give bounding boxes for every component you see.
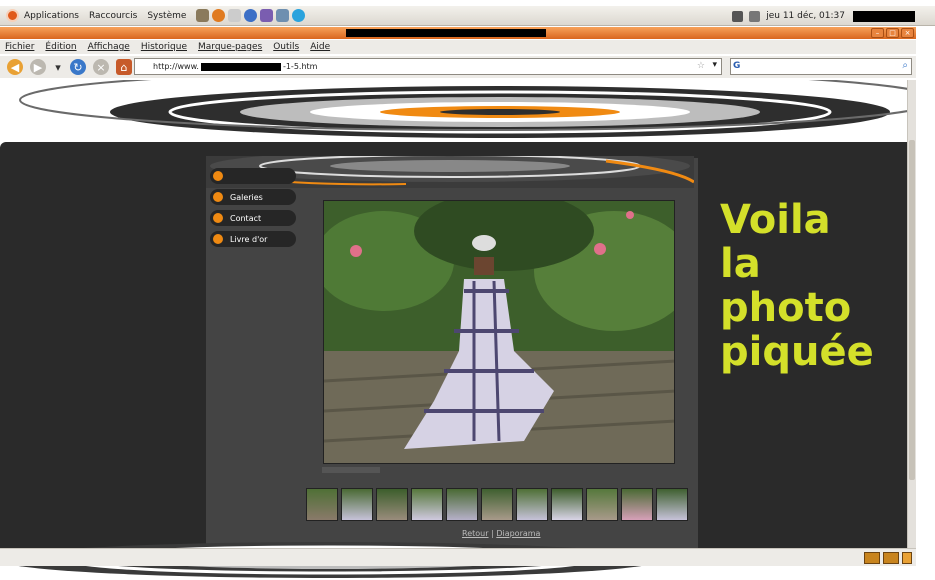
navigation-toolbar: ◀ ▶ ▾ ↻ × ⌂ http://www. -1-5.htm ☆ ▾ G ⌕ — [0, 56, 916, 78]
email-client-icon[interactable] — [228, 9, 242, 22]
browser-menubar: Fichier Édition Affichage Historique Mar… — [0, 40, 916, 54]
shortcuts-menu[interactable]: Raccourcis — [89, 11, 137, 21]
ubuntu-logo-icon[interactable] — [6, 9, 19, 22]
download-status-icon[interactable] — [883, 552, 899, 564]
stop-icon[interactable]: × — [93, 59, 109, 75]
menu-aide[interactable]: Aide — [310, 42, 330, 52]
thumbnail-6[interactable] — [481, 488, 513, 521]
mail-icon[interactable] — [196, 9, 210, 22]
nav-item-contact[interactable]: Contact — [210, 210, 296, 226]
menu-affichage[interactable]: Affichage — [88, 42, 130, 52]
panel-tray: jeu 11 déc, 01:37 — [732, 6, 915, 26]
thumbnail-5[interactable] — [446, 488, 478, 521]
vertical-scrollbar[interactable] — [907, 80, 916, 548]
nav-label-contact: Contact — [230, 213, 262, 223]
address-bar[interactable]: http://www. -1-5.htm ☆ ▾ — [134, 58, 722, 75]
url-prefix: http://www. — [153, 62, 199, 71]
slideshow-link[interactable]: Diaporama — [496, 529, 540, 538]
search-icon[interactable]: ⌕ — [902, 60, 908, 71]
window-controls: – □ × — [869, 28, 914, 38]
thumbnail-8[interactable] — [551, 488, 583, 521]
thumbnail-strip — [306, 488, 691, 522]
annotation-line-2: la — [720, 241, 761, 287]
minimize-button[interactable]: – — [871, 28, 884, 38]
annotation-line-3: photo — [720, 285, 852, 331]
orange-bullet-icon — [213, 213, 223, 223]
orange-bullet-icon — [213, 171, 223, 181]
thumbnail-1[interactable] — [306, 488, 338, 521]
system-menu[interactable]: Système — [147, 11, 186, 21]
search-bar[interactable]: G ⌕ — [730, 58, 912, 75]
update-status-icon[interactable] — [902, 552, 912, 564]
history-dropdown-icon[interactable]: ▾ — [53, 59, 63, 75]
url-dropdown-icon[interactable]: ▾ — [712, 60, 717, 70]
menu-marque-pages[interactable]: Marque-pages — [198, 42, 262, 52]
thumbnail-2[interactable] — [341, 488, 373, 521]
back-link[interactable]: Retour — [462, 529, 489, 538]
gnome-top-panel: Applications Raccourcis Système jeu 11 d… — [0, 6, 935, 26]
nav-item-home[interactable] — [210, 168, 296, 184]
help-icon[interactable] — [244, 9, 258, 22]
redacted-window-title — [346, 29, 546, 37]
forward-arrow-icon[interactable]: ▶ — [30, 59, 46, 75]
redacted-username — [853, 10, 915, 22]
main-photo[interactable] — [323, 200, 675, 464]
contacts-icon[interactable] — [276, 9, 290, 22]
annotation-line-4: piquée — [720, 329, 874, 375]
photo-caption-blurred — [322, 466, 380, 475]
window-titlebar[interactable]: – □ × — [0, 27, 916, 39]
thumbnail-9[interactable] — [586, 488, 618, 521]
url-suffix: -1-5.htm — [282, 62, 318, 71]
menu-edition[interactable]: Édition — [45, 42, 76, 52]
thumbnail-3[interactable] — [376, 488, 408, 521]
menu-fichier[interactable]: Fichier — [5, 42, 34, 52]
bookmark-star-icon[interactable]: ☆ — [697, 61, 705, 71]
swirl-banner-top — [19, 80, 916, 138]
messenger-icon[interactable] — [260, 9, 274, 22]
home-icon[interactable]: ⌂ — [116, 59, 132, 75]
network-icon[interactable] — [732, 10, 744, 22]
status-icons — [861, 552, 912, 564]
thumbnail-4[interactable] — [411, 488, 443, 521]
redacted-url-domain — [200, 62, 281, 71]
menu-historique[interactable]: Historique — [141, 42, 187, 52]
addon-status-icon[interactable] — [864, 552, 880, 564]
skype-icon[interactable] — [292, 9, 306, 22]
gallery-footer-links: Retour | Diaporama — [462, 529, 540, 538]
panel-clock[interactable]: jeu 11 déc, 01:37 — [766, 11, 845, 21]
orange-bullet-icon — [213, 234, 223, 244]
link-separator: | — [491, 529, 494, 538]
annotation-text: Voila la photo piquée — [720, 198, 910, 374]
annotation-line-1: Voila — [720, 197, 831, 243]
web-page: Galeries Contact Livre d'or Retour | Dia… — [0, 80, 916, 548]
nav-label-livre-dor: Livre d'or — [230, 234, 268, 244]
nav-label-galeries: Galeries — [230, 192, 263, 202]
nav-item-livre-dor[interactable]: Livre d'or — [210, 231, 296, 247]
status-bar — [0, 548, 916, 566]
back-arrow-icon[interactable]: ◀ — [7, 59, 23, 75]
scrollbar-thumb[interactable] — [909, 140, 915, 480]
nav-item-galeries[interactable]: Galeries — [210, 189, 296, 205]
close-button[interactable]: × — [901, 28, 914, 38]
thumbnail-11[interactable] — [656, 488, 688, 521]
orange-bullet-icon — [213, 192, 223, 202]
maximize-button[interactable]: □ — [886, 28, 899, 38]
firefox-icon[interactable] — [212, 9, 226, 22]
menu-outils[interactable]: Outils — [273, 42, 299, 52]
applications-menu[interactable]: Applications — [24, 11, 79, 21]
photo-illustration — [324, 201, 674, 463]
thumbnail-7[interactable] — [516, 488, 548, 521]
search-engine-logo[interactable]: G — [733, 61, 740, 71]
reload-icon[interactable]: ↻ — [70, 59, 86, 75]
thumbnail-10[interactable] — [621, 488, 653, 521]
volume-icon[interactable] — [749, 10, 761, 22]
